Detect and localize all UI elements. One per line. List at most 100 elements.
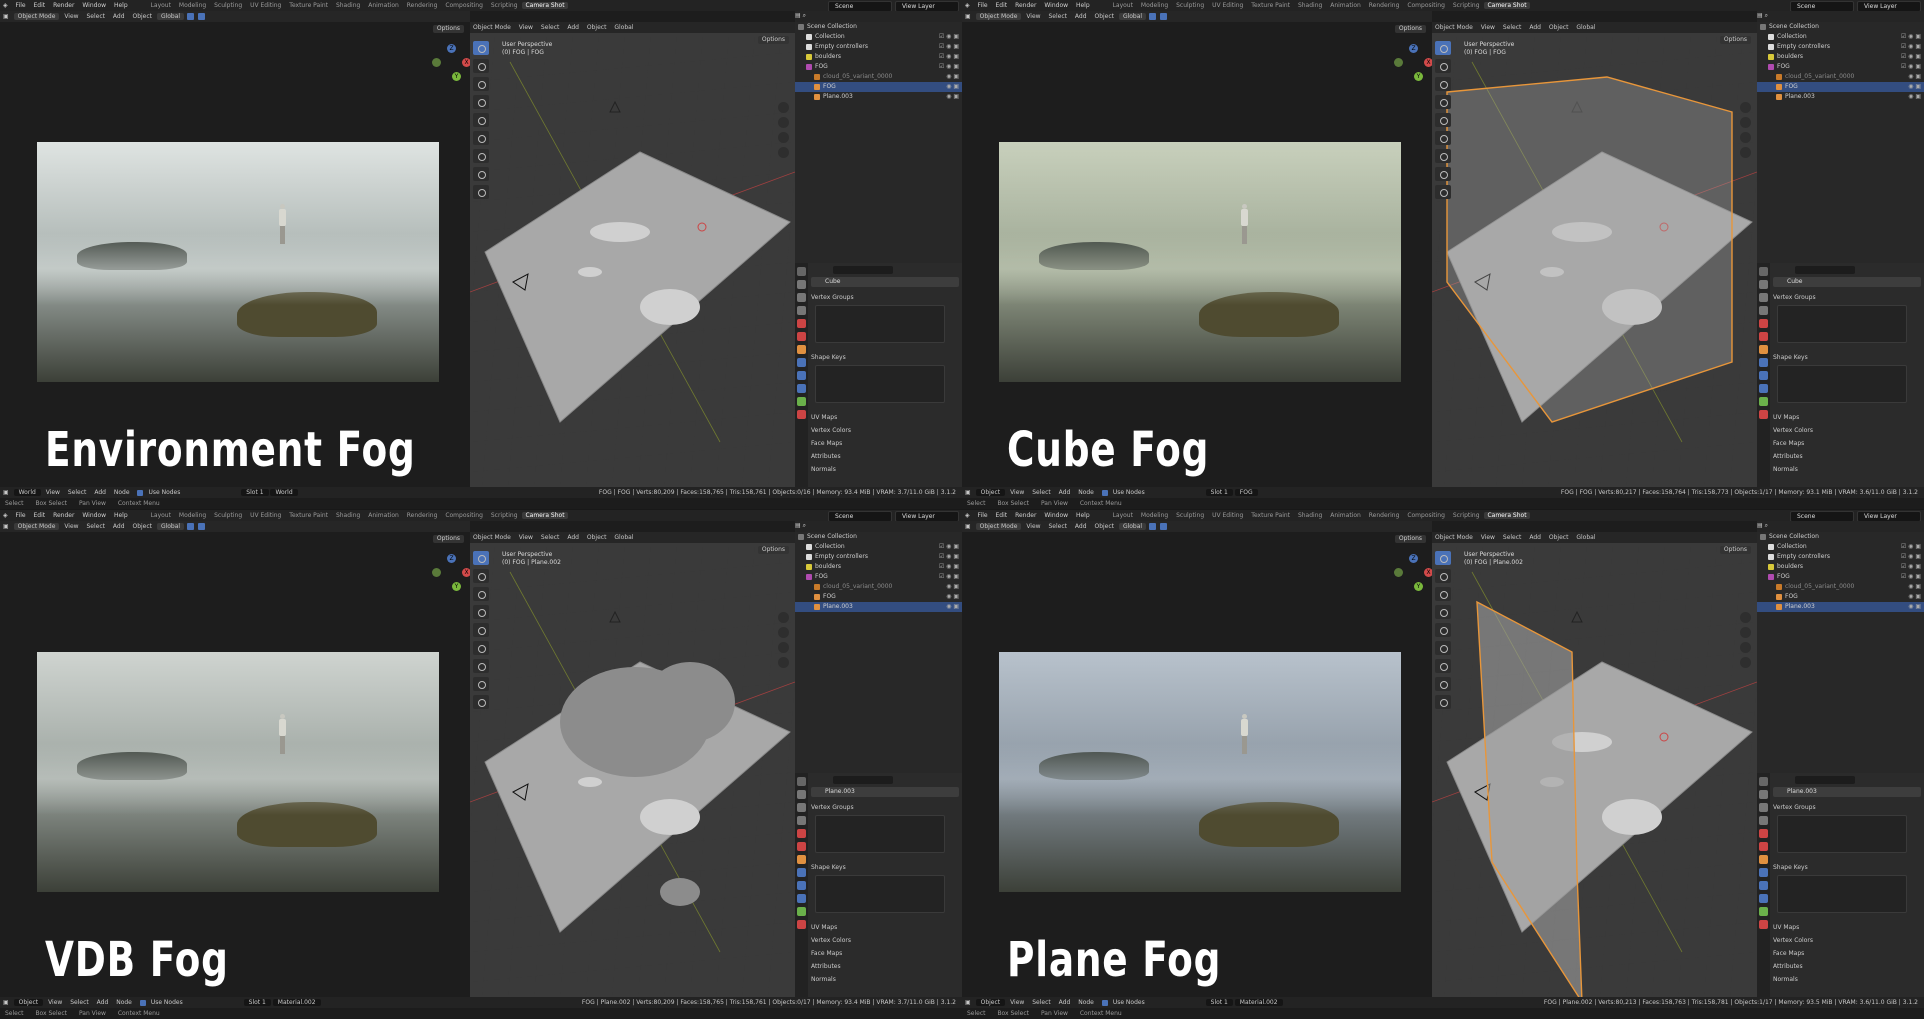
tab-sculpting[interactable]: Sculpting	[1173, 512, 1207, 519]
camera-view-icon[interactable]	[1740, 132, 1751, 143]
viewport-add-menu[interactable]: Add	[564, 24, 582, 31]
options-button[interactable]: Options	[432, 25, 464, 33]
tab-rendering[interactable]: Rendering	[404, 512, 441, 519]
tab-rendering[interactable]: Rendering	[1366, 2, 1403, 9]
orientation-dropdown[interactable]: Global	[1118, 13, 1147, 20]
outliner-scene-collection[interactable]: Scene Collection	[795, 532, 962, 542]
viewport-orientation-dropdown[interactable]: Global	[1573, 534, 1598, 541]
tab-uv-editing[interactable]: UV Editing	[247, 2, 284, 9]
add-menu[interactable]: Add	[110, 523, 128, 530]
outliner-collection[interactable]: Collection ☑ ◉ ▣	[795, 542, 962, 552]
move-tool-icon[interactable]	[473, 77, 489, 91]
outliner-fog-object[interactable]: FOG ◉ ▣	[1757, 82, 1924, 92]
blender-logo-icon[interactable]: ◈	[962, 512, 973, 519]
modifier-tab-icon[interactable]	[797, 868, 806, 877]
viewport-mode-dropdown[interactable]: Object Mode	[470, 534, 514, 541]
axis-y-icon[interactable]: Y	[452, 72, 461, 81]
axis-gizmo[interactable]: Z X Y	[1394, 554, 1434, 594]
options-button[interactable]: Options	[1394, 25, 1426, 33]
visibility-icons[interactable]: ◉ ▣	[946, 592, 959, 602]
transform-tool-icon[interactable]	[1435, 131, 1451, 145]
3d-viewport[interactable]: Object Mode View Select Add Object Globa…	[470, 22, 795, 487]
pan-hand-icon[interactable]	[1740, 627, 1751, 638]
measure-tool-icon[interactable]	[1435, 167, 1451, 181]
node-select-menu[interactable]: Select	[67, 999, 92, 1006]
scale-tool-icon[interactable]	[1435, 623, 1451, 637]
object-tab-icon[interactable]	[797, 345, 806, 354]
view-menu[interactable]: View	[61, 523, 81, 530]
view-layer-selector[interactable]: View Layer	[895, 1, 959, 11]
material-field[interactable]: FOG	[1234, 489, 1258, 496]
data-tab-icon[interactable]	[1759, 397, 1768, 406]
visibility-icons[interactable]: ◉ ▣	[1908, 602, 1921, 612]
slot-dropdown[interactable]: Slot 1	[241, 489, 269, 496]
tab-texture-paint[interactable]: Texture Paint	[1248, 2, 1293, 9]
blender-logo-icon[interactable]: ◈	[0, 512, 11, 519]
shader-type-dropdown[interactable]: World	[13, 489, 41, 496]
tab-rendering[interactable]: Rendering	[404, 2, 441, 9]
outliner-filter-icon[interactable]: ⌕	[1765, 12, 1768, 19]
node-editor-type-icon[interactable]: ▣	[0, 999, 12, 1006]
vertex-groups-list[interactable]	[815, 815, 945, 853]
tab-modeling[interactable]: Modeling	[176, 2, 209, 9]
tool-tab-icon[interactable]	[1759, 777, 1768, 786]
tab-uv-editing[interactable]: UV Editing	[1209, 2, 1246, 9]
tab-compositing[interactable]: Compositing	[1404, 2, 1448, 9]
material-tab-icon[interactable]	[1759, 920, 1768, 929]
viewport-view-menu[interactable]: View	[1478, 534, 1498, 541]
node-view-menu[interactable]: View	[1007, 999, 1027, 1006]
menu-file[interactable]: File	[13, 2, 29, 9]
editor-type-icon[interactable]: ▣	[962, 13, 974, 20]
tab-layout[interactable]: Layout	[148, 512, 174, 519]
object-mode-dropdown[interactable]: Object Mode	[975, 523, 1022, 530]
snap-icon[interactable]	[187, 13, 194, 20]
outliner-editor-icon[interactable]: ▤	[795, 12, 803, 19]
shader-type-dropdown[interactable]: Object	[13, 999, 44, 1006]
node-select-menu[interactable]: Select	[1029, 999, 1054, 1006]
shape-keys-list[interactable]	[1777, 365, 1907, 403]
visibility-icons[interactable]: ☑ ◉ ▣	[939, 572, 959, 582]
use-nodes-checkbox[interactable]: Use Nodes	[1099, 489, 1151, 496]
scene-tab-icon[interactable]	[797, 319, 806, 328]
outliner-boulders[interactable]: boulders ☑ ◉ ▣	[795, 562, 962, 572]
node-editor-type-icon[interactable]: ▣	[962, 999, 974, 1006]
viewport-options-button[interactable]: Options	[757, 36, 789, 44]
viewport-mode-dropdown[interactable]: Object Mode	[1432, 24, 1476, 31]
modifier-tab-icon[interactable]	[1759, 358, 1768, 367]
add-cube-tool-icon[interactable]	[473, 695, 489, 709]
physics-tab-icon[interactable]	[1759, 894, 1768, 903]
shape-keys-list[interactable]	[815, 875, 945, 913]
add-menu[interactable]: Add	[1072, 523, 1090, 530]
axis-neg-y-icon[interactable]	[432, 58, 441, 67]
outliner-collection[interactable]: Collection ☑ ◉ ▣	[1757, 32, 1924, 42]
select-box-tool-icon[interactable]	[1435, 41, 1451, 55]
tool-tab-icon[interactable]	[797, 267, 806, 276]
viewport-object-menu[interactable]: Object	[584, 534, 610, 541]
vertex-groups-header[interactable]: Vertex Groups	[811, 803, 959, 813]
properties-search-input[interactable]	[833, 776, 893, 784]
object-tab-icon[interactable]	[1759, 345, 1768, 354]
outliner-fog-collection[interactable]: FOG ☑ ◉ ▣	[795, 62, 962, 72]
viewport-select-menu[interactable]: Select	[538, 24, 563, 31]
tab-uv-editing[interactable]: UV Editing	[1209, 512, 1246, 519]
orientation-dropdown[interactable]: Global	[156, 13, 185, 20]
node-node-menu[interactable]: Node	[1075, 999, 1097, 1006]
tab-texture-paint[interactable]: Texture Paint	[1248, 512, 1293, 519]
tab-camera-shot[interactable]: Camera Shot	[1484, 2, 1530, 9]
visibility-icons[interactable]: ☑ ◉ ▣	[939, 52, 959, 62]
face-maps-header[interactable]: Face Maps	[811, 949, 959, 959]
particles-tab-icon[interactable]	[797, 881, 806, 890]
visibility-icons[interactable]: ☑ ◉ ▣	[1901, 542, 1921, 552]
visibility-icons[interactable]: ☑ ◉ ▣	[1901, 42, 1921, 52]
visibility-icons[interactable]: ☑ ◉ ▣	[939, 542, 959, 552]
visibility-icons[interactable]: ◉ ▣	[1908, 592, 1921, 602]
menu-window[interactable]: Window	[1041, 512, 1071, 519]
object-menu[interactable]: Object	[1091, 13, 1117, 20]
cursor-tool-icon[interactable]	[1435, 569, 1451, 583]
object-mode-dropdown[interactable]: Object Mode	[975, 13, 1022, 20]
uv-maps-header[interactable]: UV Maps	[811, 413, 959, 423]
annotate-tool-icon[interactable]	[1435, 659, 1451, 673]
outliner-boulders[interactable]: boulders ☑ ◉ ▣	[1757, 52, 1924, 62]
transform-tool-icon[interactable]	[473, 641, 489, 655]
measure-tool-icon[interactable]	[473, 167, 489, 181]
